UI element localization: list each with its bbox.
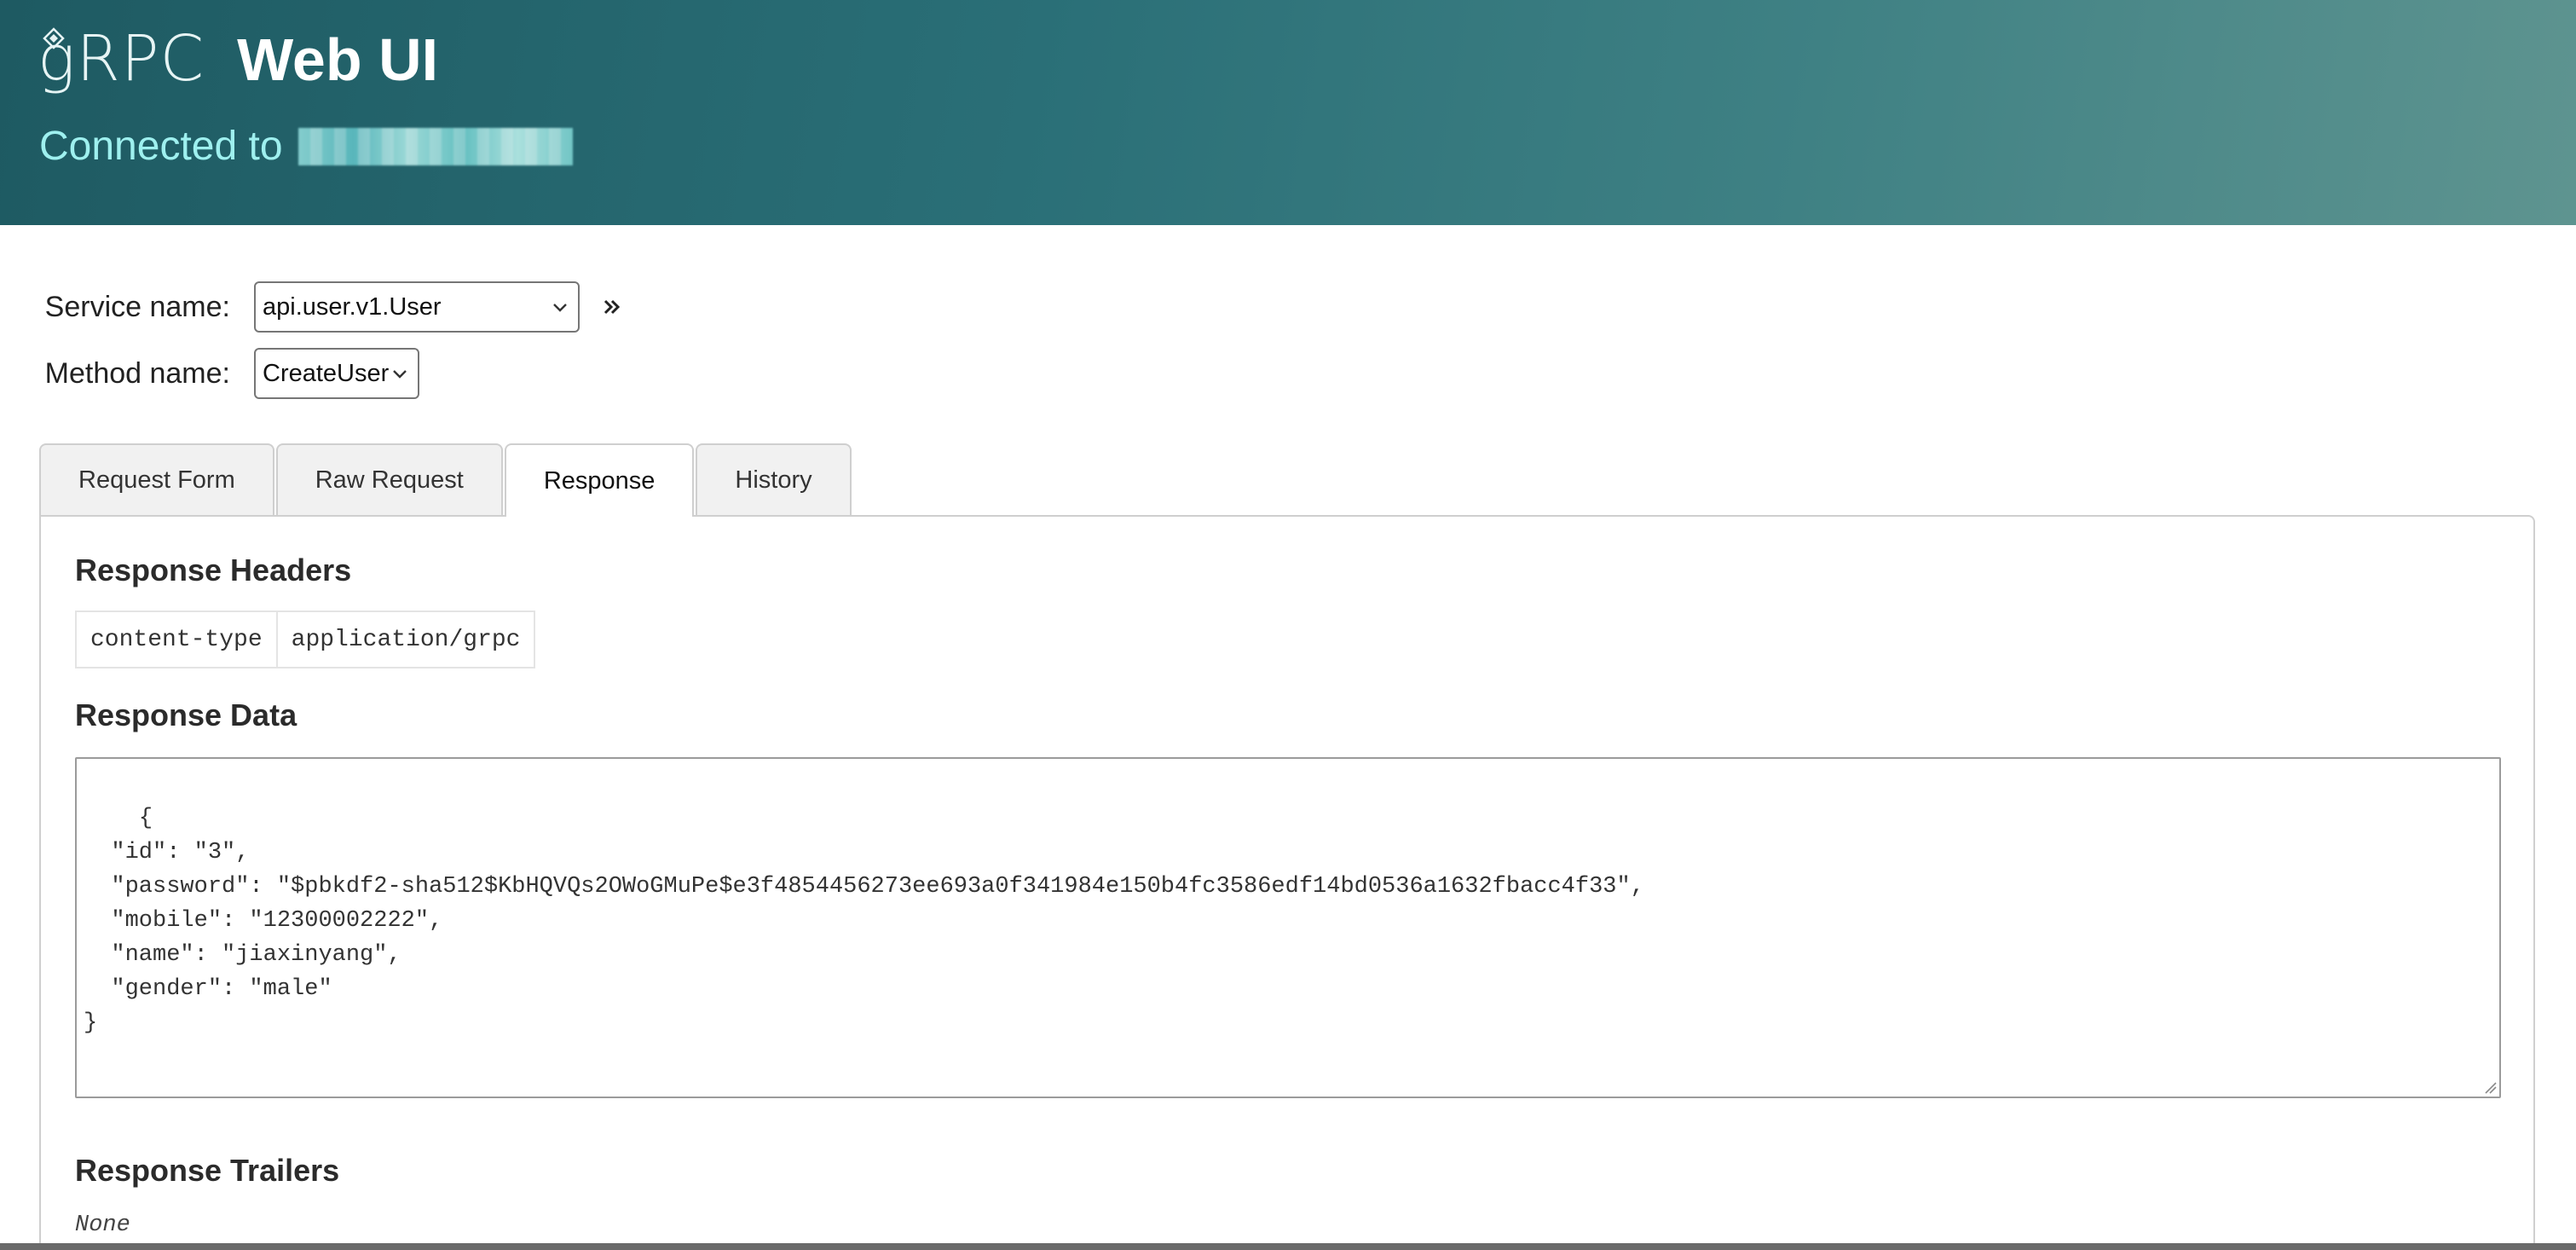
response-data-title: Response Data [75, 697, 297, 732]
service-select-value: api.user.v1.User [263, 292, 442, 321]
table-row: content-type application/grpc [75, 611, 536, 668]
double-chevron-right-icon[interactable] [602, 297, 622, 317]
header-key: content-type [75, 611, 278, 668]
response-data-textarea[interactable]: { "id": "3", "password": "$pbkdf2-sha512… [75, 757, 2501, 1098]
method-row: Method name: CreateUser [0, 348, 419, 399]
response-headers-table: content-type application/grpc [75, 611, 536, 668]
method-name-label: Method name: [44, 356, 230, 390]
service-name-label: Service name: [44, 290, 230, 323]
method-select-value: CreateUser [263, 359, 390, 387]
tab-bar: Request Form Raw Request Response Histor… [39, 443, 853, 517]
service-select[interactable]: api.user.v1.User [254, 281, 580, 333]
app-title: Web UI [237, 26, 439, 93]
response-data-text: { "id": "3", "password": "$pbkdf2-sha512… [84, 806, 1644, 1036]
response-panel: Response Headers content-type applicatio… [39, 515, 2535, 1250]
chevron-down-icon [393, 370, 407, 379]
service-row: Service name: api.user.v1.User [0, 281, 622, 333]
response-trailers-value: None [75, 1212, 130, 1238]
tab-raw-request[interactable]: Raw Request [275, 443, 503, 515]
resize-grip-icon[interactable] [2482, 1079, 2498, 1095]
chevron-down-icon [553, 304, 567, 312]
connection-status: Connected to [39, 123, 573, 170]
grpc-logo-text: gRPC [38, 22, 205, 95]
app-header: gRPC Web UI Connected to [0, 0, 2576, 225]
window-bottom-edge [0, 1243, 2576, 1250]
redacted-host [297, 127, 573, 165]
tab-request-form[interactable]: Request Form [39, 443, 274, 515]
header-value: application/grpc [275, 611, 536, 668]
method-select[interactable]: CreateUser [254, 348, 419, 399]
tab-response[interactable]: Response [504, 443, 695, 517]
response-headers-title: Response Headers [75, 553, 352, 587]
connected-label: Connected to [39, 124, 283, 169]
tab-history[interactable]: History [696, 443, 852, 515]
grpc-diamond-icon [43, 27, 65, 49]
response-trailers-title: Response Trailers [75, 1153, 340, 1188]
app-logo: gRPC Web UI [38, 22, 438, 99]
